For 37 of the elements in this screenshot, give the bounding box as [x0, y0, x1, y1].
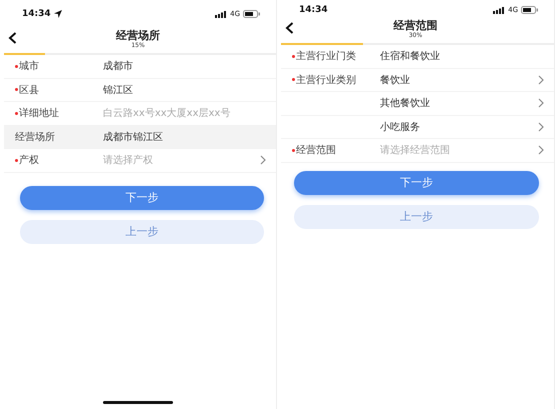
- next-button[interactable]: 下一步: [20, 186, 264, 210]
- battery-icon: [521, 6, 538, 14]
- battery-icon: [243, 10, 260, 18]
- field-label: 经营场所: [15, 130, 55, 144]
- signal-icon: [215, 10, 228, 18]
- field-label: 主营行业门类: [296, 50, 356, 64]
- field-value: 餐饮业: [380, 74, 411, 87]
- field-label: 主营行业类别: [296, 74, 356, 87]
- field-label: 产权: [19, 154, 39, 168]
- field-label: 详细地址: [19, 106, 59, 120]
- field-value: 成都市锦江区: [103, 130, 164, 144]
- field-label: 经营范围: [296, 144, 336, 158]
- field-label: 城市: [19, 60, 39, 74]
- screen-title: 经营范围: [394, 18, 438, 32]
- field-value: 锦江区: [103, 84, 134, 97]
- field-label: 区县: [19, 84, 39, 97]
- back-icon[interactable]: [285, 22, 294, 34]
- chevron-right-icon[interactable]: [538, 145, 544, 156]
- field-value: 小吃服务: [380, 120, 421, 134]
- field-value: 住宿和餐饮业: [380, 50, 441, 64]
- field-value: 成都市: [103, 60, 134, 74]
- field-value: 其他餐饮业: [380, 96, 431, 110]
- chevron-right-icon[interactable]: [538, 74, 544, 85]
- back-button[interactable]: 上一步: [20, 220, 264, 244]
- signal-icon: [493, 6, 506, 14]
- back-icon[interactable]: [8, 32, 17, 44]
- chevron-right-icon[interactable]: [538, 122, 544, 132]
- field-placeholder[interactable]: 请选择经营范围: [380, 143, 538, 158]
- field-placeholder[interactable]: 请选择产权: [103, 153, 260, 168]
- next-button[interactable]: 下一步: [294, 170, 539, 194]
- back-button[interactable]: 上一步: [294, 204, 539, 228]
- chevron-right-icon[interactable]: [260, 155, 266, 166]
- clock-time: 14:34: [22, 9, 51, 19]
- chevron-right-icon[interactable]: [538, 98, 544, 108]
- clock-time: 14:34: [299, 5, 328, 15]
- field-placeholder[interactable]: 白云路xx号xx大厦xx层xx号: [103, 106, 266, 120]
- screen-title: 经营场所: [116, 28, 160, 42]
